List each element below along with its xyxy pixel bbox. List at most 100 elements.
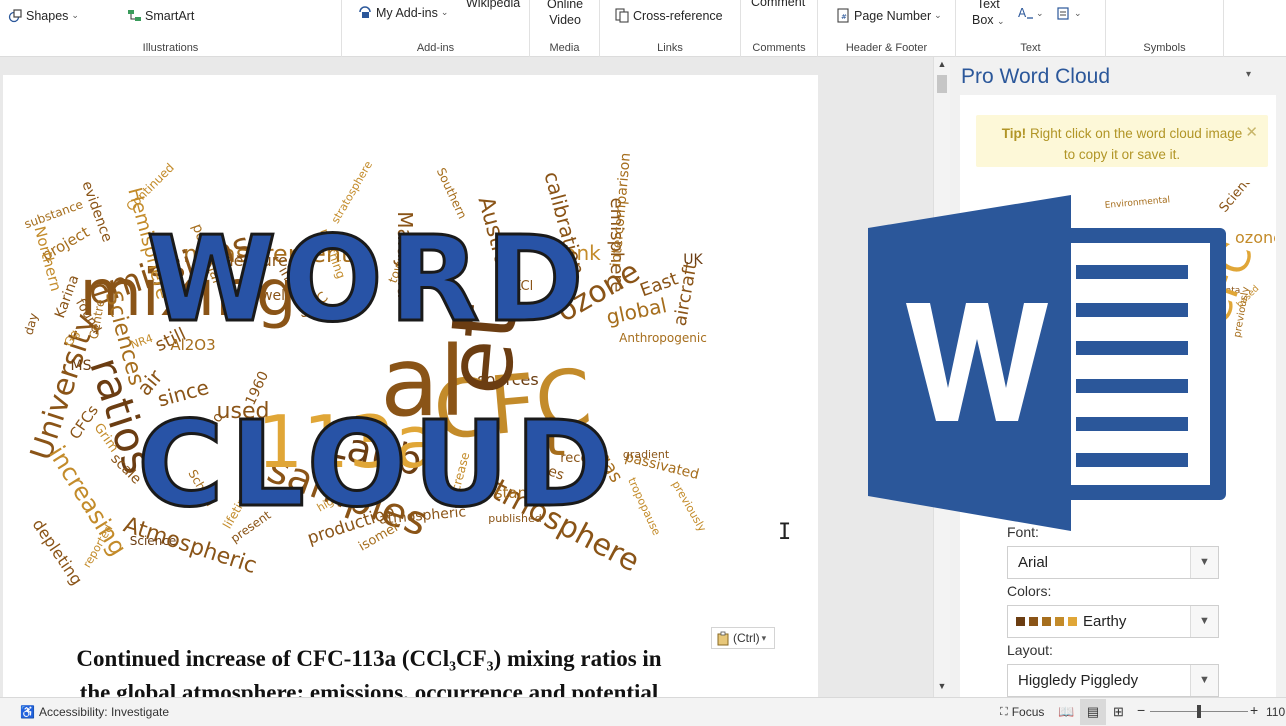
colors-label: Colors: (1007, 583, 1052, 599)
cloud-word: Science (130, 534, 177, 548)
wordart-button[interactable]: A ⌄ (1018, 6, 1044, 21)
text-box-label-2: Box (972, 13, 994, 27)
color-swatches (1016, 613, 1081, 630)
accessibility-status[interactable]: ♿ Accessibility: Investigate (20, 705, 169, 719)
pane-options-icon[interactable]: ▾ (1246, 69, 1251, 80)
cross-reference-label: Cross-reference (633, 8, 723, 23)
paste-options-button[interactable]: (Ctrl) ▾ (711, 627, 775, 649)
color-swatch (1055, 617, 1064, 626)
page-number-label: Page Number (854, 8, 932, 23)
comment-label: Comment (751, 0, 806, 9)
cloud-word: depleting (29, 515, 87, 588)
shapes-button[interactable]: Shapes ⌄ (8, 8, 79, 23)
dropdown-arrow-icon[interactable]: ▼ (1190, 547, 1218, 578)
scroll-up-arrow-icon[interactable]: ▲ (934, 59, 950, 69)
cloud-word: gradient (623, 448, 670, 461)
focus-label: Focus (1011, 705, 1045, 719)
chevron-down-icon: ⌄ (997, 16, 1005, 26)
text-box-label-2-row: Box ⌄ (972, 12, 1005, 29)
group-label-media: Media (549, 42, 580, 54)
read-mode-icon[interactable]: 📖 (1058, 704, 1074, 720)
colors-dropdown[interactable]: Earthy ▼ (1007, 605, 1219, 638)
color-swatch (1068, 617, 1077, 626)
close-icon[interactable]: ✕ (1245, 123, 1258, 141)
cloud-word: substance (22, 197, 84, 231)
colors-value-label: Earthy (1083, 613, 1127, 630)
zoom-in-icon[interactable]: + (1250, 702, 1258, 718)
group-comments: Comment Comments (741, 0, 818, 57)
online-video-button[interactable]: Online Video (547, 0, 583, 28)
online-video-label-2: Video (549, 13, 581, 27)
dropdown-arrow-icon: ▾ (761, 632, 767, 643)
tip-body: Right click on the word cloud image to c… (1026, 126, 1243, 162)
status-bar: ♿ Accessibility: Investigate ⛶ Focus 📖 ▤… (0, 697, 1286, 726)
accessibility-icon: ♿ (20, 705, 35, 719)
overlay-title-line-2: CLOUD (137, 395, 619, 533)
word-window: Shapes ⌄ SmartArt Illustrations My Add-i… (0, 0, 1286, 726)
page-number-icon: # (837, 8, 849, 23)
document-page[interactable]: mixing ratios measurements emissions Laube at… (3, 75, 818, 715)
smartart-button[interactable]: SmartArt (127, 8, 194, 23)
word-logo-icon (868, 195, 1226, 531)
group-label-text: Text (1020, 42, 1041, 54)
comment-button[interactable]: Comment (751, 0, 805, 9)
chevron-down-icon: ⌄ (440, 7, 449, 17)
cloud-word: Anthropogenic (619, 331, 707, 345)
print-layout-icon[interactable]: ▤ (1080, 699, 1106, 725)
chevron-down-icon: ⌄ (71, 10, 79, 20)
zoom-slider-thumb[interactable] (1197, 705, 1201, 718)
quick-parts-button[interactable]: ⌄ (1056, 6, 1082, 21)
my-add-ins-label: My Add-ins (376, 5, 438, 20)
dropdown-arrow-icon[interactable]: ▼ (1190, 606, 1218, 637)
ribbon-insert-tab: Shapes ⌄ SmartArt Illustrations My Add-i… (0, 0, 1286, 57)
group-label-add-ins: Add-ins (416, 42, 455, 54)
cloud-word: UK (683, 252, 703, 268)
tip-banner: Tip! Right click on the word cloud image… (976, 115, 1268, 167)
scroll-thumb[interactable] (937, 75, 947, 93)
text-box-button[interactable]: Text Box ⌄ (972, 0, 1005, 29)
chevron-down-icon: ⌄ (1036, 8, 1044, 18)
focus-icon: ⛶ (1000, 705, 1008, 718)
tip-text: Tip! Right click on the word cloud image… (996, 123, 1248, 165)
paste-options-label: (Ctrl) (733, 631, 760, 645)
zoom-level[interactable]: 110 (1266, 705, 1285, 719)
cross-reference-icon (615, 8, 629, 23)
word-cloud-image[interactable]: mixingratiosmeasurementsemissionsLaubeat… (3, 75, 818, 635)
group-label-links: Links (657, 42, 683, 54)
layout-dropdown[interactable]: Higgledy Piggledy ▼ (1007, 664, 1219, 697)
group-add-ins: My Add-ins ⌄ Wikipedia Add-ins (342, 0, 530, 57)
chevron-down-icon: ⌄ (1074, 8, 1082, 18)
wordart-icon: A (1018, 6, 1033, 20)
my-add-ins-button[interactable]: My Add-ins ⌄ (358, 5, 448, 20)
color-swatch (1042, 617, 1051, 626)
cloud-word: Northern (31, 224, 66, 293)
wikipedia-button[interactable]: Wikipedia (466, 0, 520, 10)
smartart-label: SmartArt (145, 8, 195, 23)
group-symbols: Symbols (1106, 0, 1224, 57)
group-label-symbols: Symbols (1143, 42, 1186, 54)
text-box-label-1: Text (976, 0, 1000, 11)
text-cursor-icon: I (778, 520, 792, 545)
colors-value: Earthy (1016, 613, 1126, 630)
group-label-illustrations: Illustrations (142, 42, 199, 54)
web-layout-icon[interactable]: ⊞ (1113, 704, 1124, 720)
zoom-out-icon[interactable]: − (1137, 702, 1145, 718)
group-label-header-footer: Header & Footer (845, 42, 928, 54)
font-value: Arial (1018, 554, 1049, 571)
cloud-word: tropopause (625, 476, 663, 538)
add-ins-icon (359, 6, 371, 18)
group-illustrations: Shapes ⌄ SmartArt Illustrations (0, 0, 342, 57)
font-dropdown[interactable]: Arial ▼ (1007, 546, 1219, 579)
group-links: Cross-reference Links (600, 0, 741, 57)
group-media: Online Video Media (530, 0, 600, 57)
wikipedia-label: Wikipedia (466, 0, 521, 10)
cloud-word: MS (71, 358, 92, 374)
tip-bold-label: Tip! (1001, 126, 1027, 141)
paper-title-line-1: Continued increase of CFC-113a (CCl₃CF₃)… (76, 646, 662, 671)
cross-reference-button[interactable]: Cross-reference (615, 8, 723, 23)
dropdown-arrow-icon[interactable]: ▼ (1190, 665, 1218, 696)
layout-value: Higgledy Piggledy (1018, 672, 1139, 689)
page-number-button[interactable]: # Page Number ⌄ (836, 8, 942, 23)
focus-button[interactable]: ⛶ Focus (1000, 705, 1044, 719)
scroll-down-arrow-icon[interactable]: ▼ (934, 681, 950, 691)
